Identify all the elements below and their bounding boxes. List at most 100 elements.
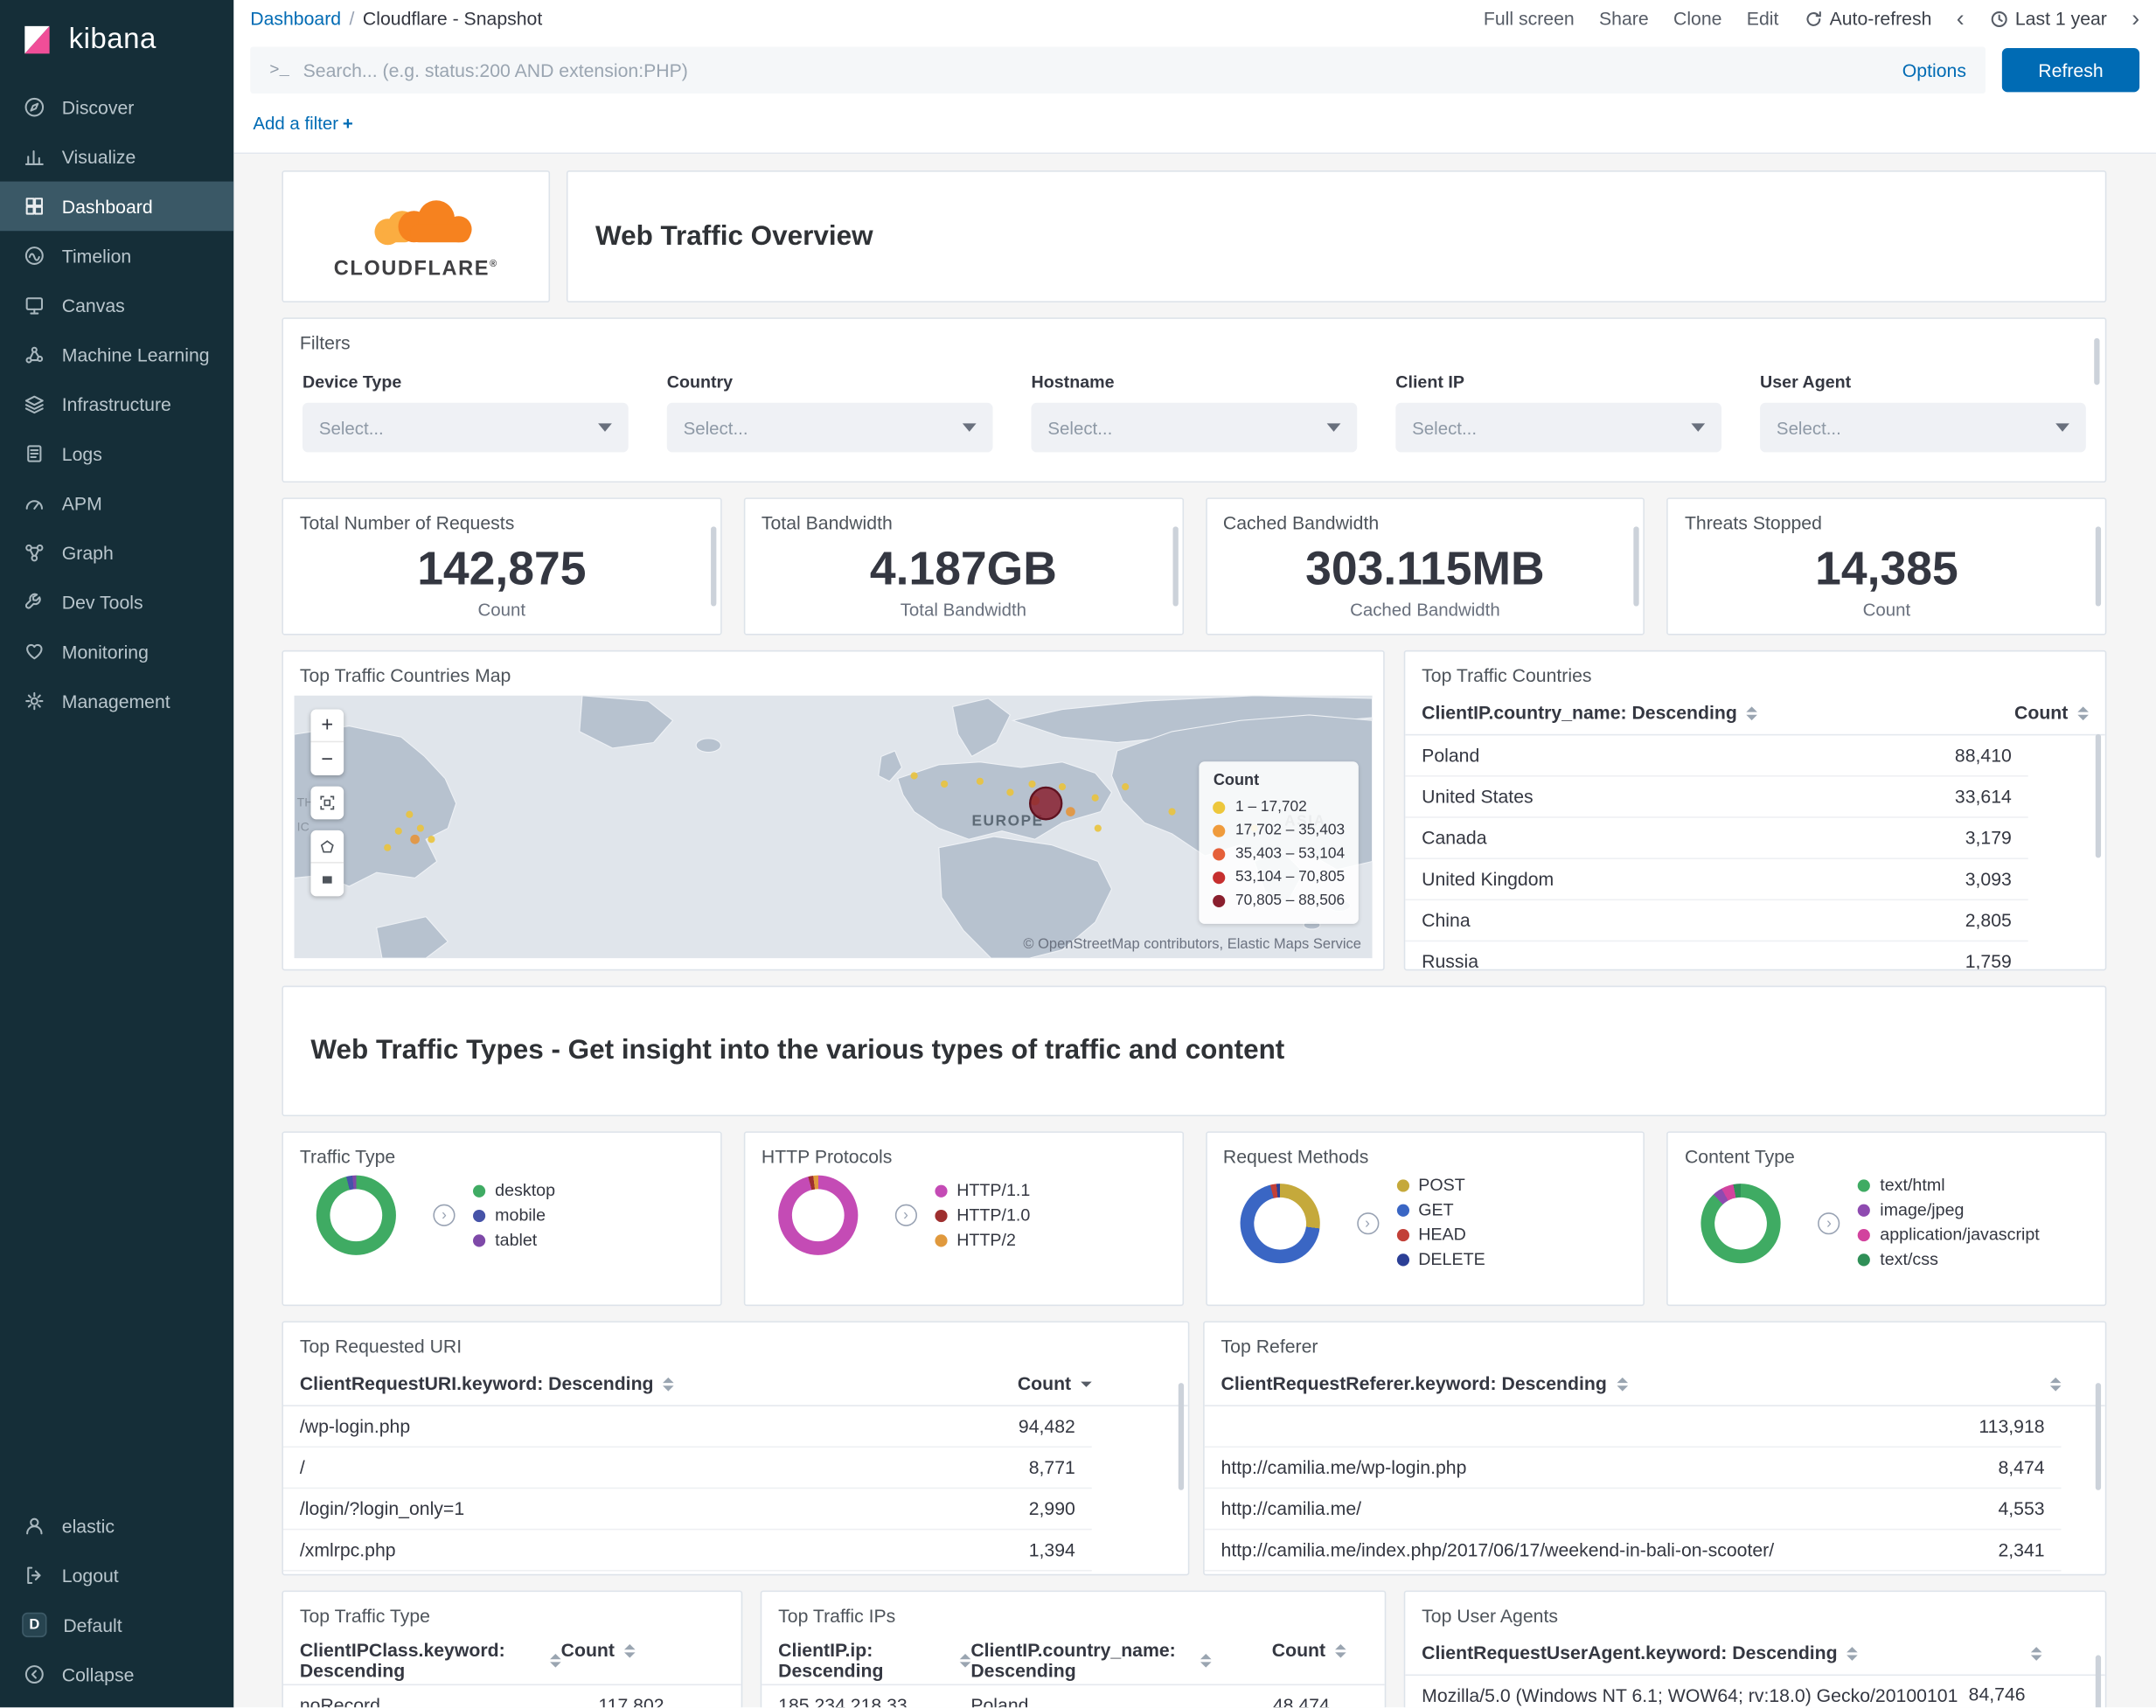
sort-header-referer[interactable]: ClientRequestReferer.keyword: Descending — [1221, 1373, 2041, 1394]
table-header: ClientIP.ip: Descending ClientIP.country… — [762, 1632, 1385, 1686]
device-type-select[interactable]: Select... — [302, 402, 629, 453]
sort-header-count[interactable] — [2021, 1646, 2042, 1661]
sort-header-country[interactable]: ClientIP.country_name: Descending — [970, 1640, 1212, 1681]
scrollbar[interactable] — [1172, 525, 1179, 608]
draw-polygon-button[interactable] — [310, 830, 344, 864]
sort-header-class[interactable]: ClientIPClass.keyword: Descending — [300, 1640, 561, 1681]
fullscreen-button[interactable]: Full screen — [1484, 8, 1575, 29]
legend-item[interactable]: POST — [1396, 1176, 1485, 1197]
legend-toggle-icon[interactable]: › — [894, 1204, 917, 1226]
sort-header-count[interactable]: Count — [1018, 1373, 1092, 1394]
legend-item[interactable]: text/css — [1858, 1250, 2040, 1271]
sort-header-count[interactable] — [2041, 1377, 2062, 1391]
auto-refresh-button[interactable]: Auto-refresh — [1804, 8, 1931, 29]
metric-label: Count — [477, 599, 526, 620]
sort-header-count[interactable]: Count — [2014, 703, 2089, 723]
time-prev-icon[interactable]: ‹ — [1957, 7, 1965, 31]
table-header: ClientIP.country_name: Descending Count — [1405, 691, 2105, 736]
legend-toggle-icon[interactable]: › — [1818, 1212, 1840, 1234]
legend-item[interactable]: image/jpeg — [1858, 1200, 2040, 1221]
sidebar-item-logs[interactable]: Logs — [0, 429, 233, 479]
country-select[interactable]: Select... — [666, 402, 993, 453]
scrollbar[interactable] — [2095, 733, 2102, 858]
sidebar-item-apm[interactable]: APM — [0, 478, 233, 528]
sidebar-item-visualize[interactable]: Visualize — [0, 132, 233, 182]
scrollbar[interactable] — [2094, 337, 2100, 385]
sidebar-item-space-default[interactable]: D Default — [0, 1600, 233, 1650]
legend-item[interactable]: GET — [1396, 1200, 1485, 1221]
sidebar-item-logout[interactable]: Logout — [0, 1551, 233, 1600]
edit-button[interactable]: Edit — [1747, 8, 1779, 29]
draw-rectangle-button[interactable] — [310, 864, 344, 897]
sidebar-item-machine-learning[interactable]: Machine Learning — [0, 330, 233, 379]
client-ip-select[interactable]: Select... — [1395, 402, 1722, 453]
sidebar-item-canvas[interactable]: Canvas — [0, 281, 233, 330]
sidebar-item-monitoring[interactable]: Monitoring — [0, 627, 233, 677]
scrollbar[interactable] — [1633, 525, 1640, 608]
query-options-link[interactable]: Options — [1902, 59, 1966, 80]
fit-bounds-button[interactable] — [310, 787, 344, 820]
hostname-select[interactable]: Select... — [1031, 402, 1358, 453]
sidebar-item-dev-tools[interactable]: Dev Tools — [0, 578, 233, 628]
legend-item[interactable]: HTTP/1.0 — [935, 1205, 1030, 1225]
sidebar-item-timelion[interactable]: Timelion — [0, 231, 233, 281]
scrollbar[interactable] — [2095, 525, 2102, 608]
sidebar-item-user[interactable]: elastic — [0, 1501, 233, 1551]
legend-item[interactable]: tablet — [473, 1230, 555, 1251]
sidebar-item-discover[interactable]: Discover — [0, 82, 233, 132]
sort-header-uri[interactable]: ClientRequestURI.keyword: Descending — [300, 1373, 1018, 1394]
legend-item[interactable]: mobile — [473, 1205, 555, 1225]
http-protocols-donut-chart[interactable] — [777, 1175, 858, 1255]
legend-item[interactable]: DELETE — [1396, 1250, 1485, 1271]
logout-icon — [22, 1564, 45, 1587]
refresh-button[interactable]: Refresh — [2001, 48, 2140, 93]
table-row: /8,771 — [282, 1448, 1092, 1489]
legend-toggle-icon[interactable]: › — [1356, 1212, 1379, 1234]
share-button[interactable]: Share — [1599, 8, 1649, 29]
legend-dot — [473, 1233, 486, 1246]
legend-dot — [935, 1184, 948, 1198]
panel-total-bandwidth: Total Bandwidth 4.187GB Total Bandwidth — [743, 497, 1184, 635]
sort-header-count[interactable]: Count — [561, 1640, 636, 1661]
sort-header-user-agent[interactable]: ClientRequestUserAgent.keyword: Descendi… — [1422, 1642, 2021, 1663]
legend-item[interactable]: application/javascript — [1858, 1225, 2040, 1246]
sidebar-item-management[interactable]: Management — [0, 677, 233, 726]
legend-item[interactable]: HTTP/1.1 — [935, 1180, 1030, 1201]
scrollbar[interactable] — [2095, 1383, 2102, 1490]
world-map[interactable]: TH IC EUROPE ASIA — [294, 695, 1373, 959]
time-next-icon[interactable]: › — [2132, 7, 2139, 31]
user-agent-select[interactable]: Select... — [1760, 402, 2086, 453]
add-filter-link[interactable]: Add a filter + — [253, 113, 352, 134]
legend-toggle-icon[interactable]: › — [433, 1204, 456, 1226]
sort-header-count[interactable]: Count — [1212, 1640, 1346, 1661]
legend-item[interactable]: desktop — [473, 1180, 555, 1201]
time-picker-button[interactable]: Last 1 year — [1989, 8, 2107, 29]
legend-item[interactable]: HTTP/2 — [935, 1230, 1030, 1251]
clone-button[interactable]: Clone — [1673, 8, 1721, 29]
cloudflare-logo-icon — [344, 193, 488, 251]
sort-header-country[interactable]: ClientIP.country_name: Descending — [1422, 703, 2014, 723]
traffic-type-donut-chart[interactable] — [316, 1175, 396, 1255]
table-row: China 2,805 — [1405, 900, 2028, 942]
kibana-logo[interactable]: kibana — [0, 0, 233, 82]
scrollbar[interactable] — [710, 525, 716, 608]
content-type-donut-chart[interactable] — [1700, 1183, 1782, 1263]
sidebar-item-collapse[interactable]: Collapse — [0, 1649, 233, 1699]
search-input[interactable] — [303, 59, 1889, 81]
zoom-out-button[interactable]: − — [310, 742, 344, 775]
sort-icon — [1335, 1643, 1346, 1657]
filter-client-ip: Client IP Select... — [1395, 372, 1722, 453]
panel-top-referer: Top Referer ClientRequestReferer.keyword… — [1203, 1321, 2107, 1576]
sidebar-item-infrastructure[interactable]: Infrastructure — [0, 379, 233, 429]
breadcrumb-dashboard[interactable]: Dashboard — [250, 8, 341, 29]
legend-item[interactable]: text/html — [1858, 1176, 2040, 1197]
sidebar-item-dashboard[interactable]: Dashboard — [0, 181, 234, 232]
sidebar-item-graph[interactable]: Graph — [0, 528, 233, 578]
zoom-in-button[interactable]: + — [310, 710, 344, 743]
scrollbar[interactable] — [1178, 1383, 1185, 1490]
request-methods-donut-chart[interactable] — [1239, 1183, 1320, 1263]
legend-item[interactable]: HEAD — [1396, 1225, 1485, 1246]
scrollbar[interactable] — [2095, 1655, 2102, 1708]
sort-header-ip[interactable]: ClientIP.ip: Descending — [778, 1640, 971, 1681]
management-icon — [22, 690, 45, 713]
